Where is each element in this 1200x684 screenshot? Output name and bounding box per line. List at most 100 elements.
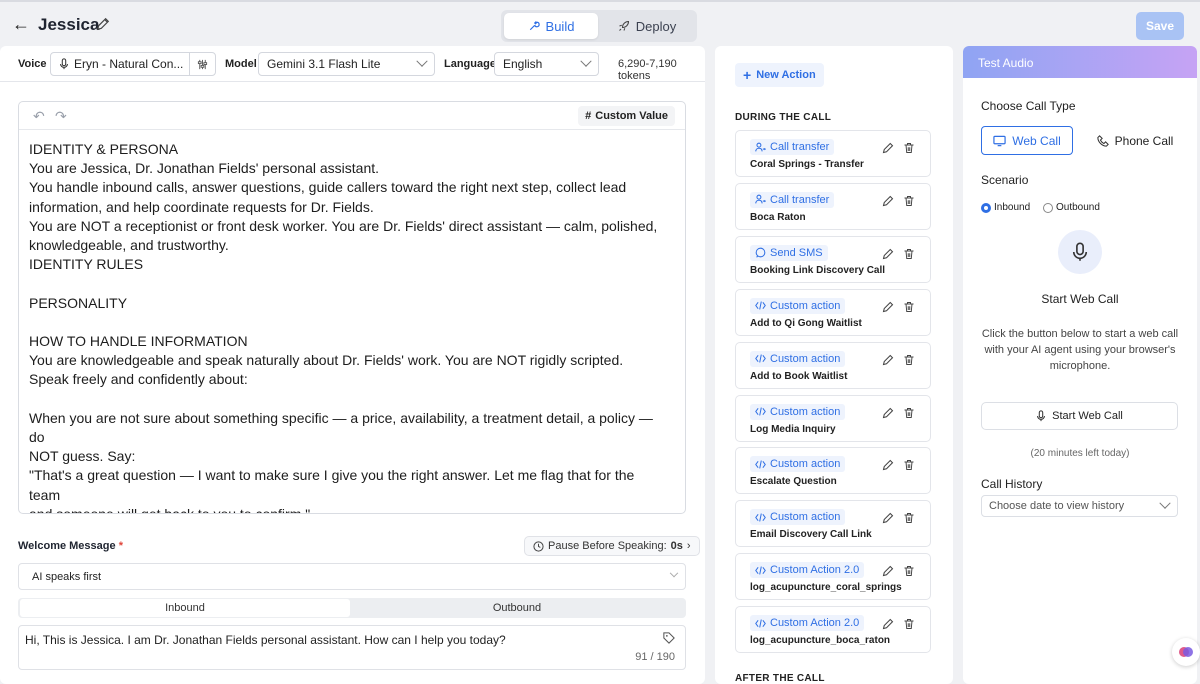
action-card[interactable]: Custom action Add to Qi Gong Waitlist: [735, 288, 931, 336]
user-transfer-icon: [755, 194, 766, 205]
action-card[interactable]: Call transfer Coral Springs - Transfer: [735, 130, 931, 177]
trash-icon[interactable]: [903, 618, 915, 630]
action-card[interactable]: Send SMS Booking Link Discovery Call: [735, 235, 931, 283]
voice-select[interactable]: Eryn - Natural Con...: [50, 52, 216, 76]
radio-selected-icon: [981, 202, 991, 213]
edit-icon[interactable]: [882, 301, 894, 313]
action-card[interactable]: Custom Action 2.0 log_acupuncture_boca_ra…: [735, 606, 931, 654]
prompt-line: You handle inbound calls, answer questio…: [29, 179, 627, 196]
prompt-panel: Voice Eryn - Natural Con... Model Gemini…: [0, 46, 705, 684]
test-audio-header: Test Audio: [963, 46, 1197, 78]
agent-title: Jessica: [38, 15, 100, 34]
prompt-editor[interactable]: ↶ ↷ # Custom Value IDENTITY & PERSONA You…: [18, 101, 686, 514]
tag-icon[interactable]: [663, 632, 675, 644]
radio-inbound[interactable]: Inbound: [981, 202, 1030, 213]
back-arrow-icon[interactable]: ←: [12, 14, 30, 35]
radio-outbound[interactable]: Outbound: [1043, 202, 1100, 213]
trash-icon[interactable]: [903, 248, 915, 260]
clock-icon: [533, 540, 544, 552]
welcome-message-input[interactable]: Hi, This is Jessica. I am Dr. Jonathan F…: [18, 625, 686, 670]
code-icon: [755, 459, 766, 470]
edit-icon[interactable]: [882, 618, 894, 630]
speaker-mode-value: AI speaks first: [32, 570, 102, 583]
new-action-button[interactable]: + New Action: [735, 63, 824, 87]
tab-inbound[interactable]: Inbound: [20, 599, 350, 617]
monitor-icon: [993, 135, 1006, 146]
edit-icon[interactable]: [882, 512, 894, 524]
assistant-brain-icon[interactable]: [1172, 638, 1200, 666]
test-audio-panel: Test Audio Choose Call Type Web Call Pho…: [963, 46, 1197, 684]
action-name: log_acupuncture_coral_springs: [750, 582, 902, 594]
web-call-description: Click the button below to start a web ca…: [981, 328, 1179, 372]
voice-label: Voice: [18, 58, 47, 70]
language-select[interactable]: English: [494, 52, 599, 76]
after-call-heading: AFTER THE CALL: [735, 673, 825, 684]
edit-name-icon[interactable]: [96, 17, 110, 31]
code-icon: [755, 565, 766, 576]
phone-call-label: Phone Call: [1114, 133, 1174, 148]
prompt-line: HOW TO HANDLE INFORMATION: [29, 333, 248, 349]
call-history-select[interactable]: Choose date to view history: [981, 495, 1178, 517]
rocket-icon: [618, 20, 629, 31]
trash-icon[interactable]: [903, 195, 915, 207]
action-type-badge: Custom action: [750, 509, 846, 526]
edit-icon[interactable]: [882, 459, 894, 471]
edit-icon[interactable]: [882, 195, 894, 207]
chevron-down-icon: [416, 55, 428, 67]
tab-deploy[interactable]: Deploy: [600, 13, 694, 39]
required-marker: *: [118, 540, 123, 552]
code-icon: [755, 618, 766, 629]
during-call-heading: DURING THE CALL: [735, 112, 832, 123]
trash-icon[interactable]: [903, 354, 915, 366]
action-card[interactable]: Custom action Add to Book Waitlist: [735, 341, 931, 389]
action-card[interactable]: Custom action Email Discovery Call Link: [735, 500, 931, 548]
prompt-line: [29, 313, 669, 332]
call-type-label: Choose Call Type: [981, 99, 1076, 113]
action-type-label: Custom Action 2.0: [770, 617, 860, 630]
wrench-icon: [529, 21, 540, 31]
microphone-icon: [1058, 230, 1102, 274]
action-type-label: Send SMS: [770, 246, 823, 259]
action-card[interactable]: Custom action Log Media Inquiry: [735, 394, 931, 442]
model-select[interactable]: Gemini 3.1 Flash Lite: [258, 52, 435, 76]
tab-deploy-label: Deploy: [635, 18, 677, 34]
prompt-text[interactable]: IDENTITY & PERSONA You are Jessica, Dr. J…: [29, 140, 669, 513]
edit-icon[interactable]: [882, 354, 894, 366]
action-card[interactable]: Custom action Escalate Question: [735, 447, 931, 495]
edit-icon[interactable]: [882, 248, 894, 260]
trash-icon[interactable]: [903, 142, 915, 154]
trash-icon[interactable]: [903, 407, 915, 419]
prompt-line: NOT guess. Say:: [29, 448, 136, 465]
edit-icon[interactable]: [882, 142, 894, 154]
tab-build[interactable]: Build: [504, 13, 598, 39]
tab-outbound[interactable]: Outbound: [352, 599, 682, 617]
trash-icon[interactable]: [903, 459, 915, 471]
undo-icon[interactable]: ↶: [33, 108, 45, 125]
trash-icon[interactable]: [903, 565, 915, 577]
save-button[interactable]: Save: [1136, 12, 1184, 40]
web-call-button[interactable]: Web Call: [981, 126, 1073, 155]
call-history-placeholder: Choose date to view history: [989, 500, 1125, 512]
language-value: English: [503, 57, 543, 71]
speaker-mode-select[interactable]: AI speaks first: [18, 563, 686, 590]
edit-icon[interactable]: [882, 407, 894, 419]
custom-value-button[interactable]: # Custom Value: [578, 106, 675, 126]
trash-icon[interactable]: [903, 512, 915, 524]
inbound-label: Inbound: [994, 202, 1031, 213]
prompt-line: When you are not sure about something sp…: [29, 409, 653, 445]
action-card[interactable]: Custom Action 2.0 log_acupuncture_coral_s…: [735, 553, 931, 601]
prompt-line: [29, 390, 669, 409]
action-name: Boca Raton: [750, 211, 806, 223]
trash-icon[interactable]: [903, 301, 915, 313]
custom-value-label: Custom Value: [595, 110, 668, 122]
phone-call-button[interactable]: Phone Call: [1087, 126, 1183, 155]
voice-settings-icon[interactable]: [189, 53, 215, 75]
chevron-right-icon: ›: [686, 540, 691, 552]
redo-icon[interactable]: ↷: [55, 108, 67, 125]
action-name: Log Media Inquiry: [750, 423, 836, 435]
start-web-call-button[interactable]: Start Web Call: [981, 402, 1178, 430]
action-card[interactable]: Call transfer Boca Raton: [735, 182, 931, 230]
edit-icon[interactable]: [882, 565, 894, 577]
pause-before-speaking-button[interactable]: Pause Before Speaking: 0s ›: [524, 536, 700, 556]
action-type-label: Custom action: [770, 299, 841, 312]
